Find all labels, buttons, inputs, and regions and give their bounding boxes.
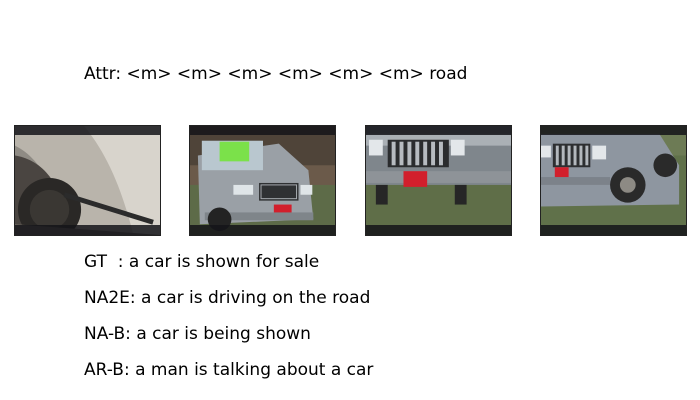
attribute-line: Attr: <m> <m> <m> <m> <m> <m> road	[84, 64, 468, 84]
video-frame-3	[365, 125, 512, 236]
caption-label: NA-B	[84, 324, 126, 344]
caption-gt: GT : a car is shown for sale	[84, 252, 320, 272]
caption-na2e: NA2E: a car is driving on the road	[84, 288, 371, 308]
caption-label: NA2E	[84, 288, 130, 308]
car-for-sale-image	[190, 126, 335, 235]
car-fender-image	[15, 126, 160, 235]
caption-label: GT	[84, 252, 118, 272]
caption-text: a car is shown for sale	[128, 252, 320, 272]
caption-text: a car is driving on the road	[141, 288, 371, 308]
caption-na-b: NA-B: a car is being shown	[84, 324, 311, 344]
caption-text: a car is being shown	[136, 324, 311, 344]
video-frame-1	[14, 125, 161, 236]
caption-label: AR-B	[84, 360, 124, 380]
car-front-image	[541, 126, 686, 235]
caption-text: a man is talking about a car	[135, 360, 374, 380]
caption-ar-b: AR-B: a man is talking about a car	[84, 360, 374, 380]
video-frame-2	[189, 125, 336, 236]
car-grille-image	[366, 126, 511, 235]
video-frame-4	[540, 125, 687, 236]
